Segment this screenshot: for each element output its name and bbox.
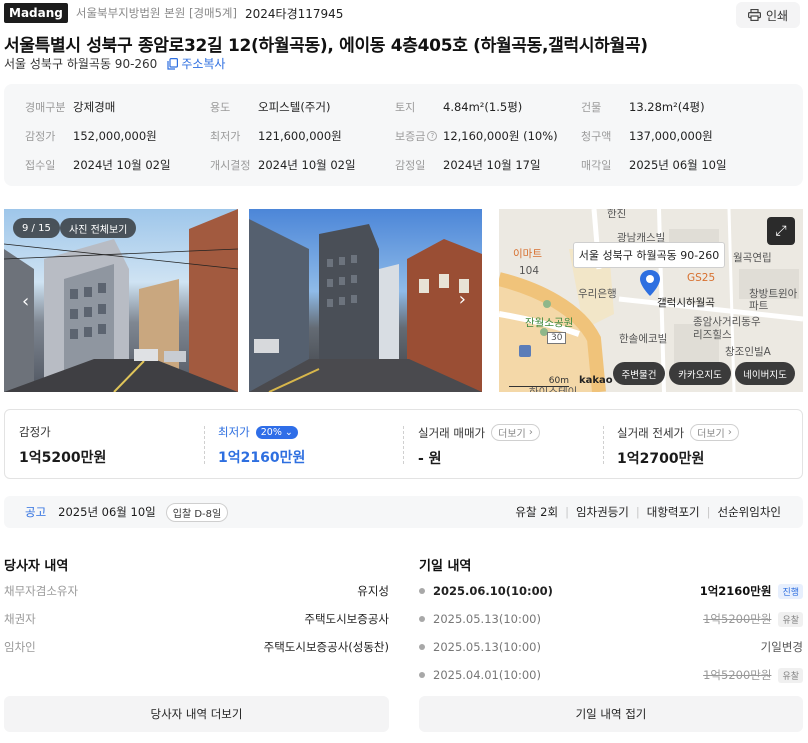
parties-more-button[interactable]: 당사자 내역 더보기 (4, 696, 389, 732)
case-info-box: 경매구분 강제경매 용도 오피스텔(주거) 토지 4.84m²(1.5평) 건물 13.… (4, 84, 803, 186)
jibun-address-row: 서울 성북구 하월곡동 90-260 주소복사 (4, 55, 225, 72)
expand-map-button[interactable]: ⤢ (767, 217, 795, 245)
min-price: 최저가 20% ⌄ 1억2160만원 (218, 425, 306, 466)
logo: Madang (4, 3, 68, 23)
prev-photo-icon[interactable]: ‹ (22, 291, 29, 312)
print-label: 인쇄 (765, 8, 789, 23)
parties-title: 당사자 내역 (4, 559, 69, 574)
divider (204, 426, 205, 464)
notice-label: 공고 (25, 505, 47, 519)
auction-row: 2025.05.13(10:00) 기일변경 (419, 637, 803, 657)
nearby-items-button[interactable]: 주변물건 (613, 362, 665, 385)
trade-more-button[interactable]: 더보기 › (491, 424, 540, 441)
divider (403, 426, 404, 464)
trade-price: 실거래 매매가 더보기 › - 원 (418, 424, 540, 468)
property-title: 서울특별시 성북구 종암로32길 12(하월곡동), 에이동 4층405호 (하… (4, 36, 648, 56)
status-badge: 유찰 (778, 667, 803, 683)
link-opposing-waiver[interactable]: 대항력포기 (647, 504, 700, 520)
map-scale: 60m (509, 376, 569, 387)
notice-links: 유찰 2회 | 임차권등기 | 대항력포기 | 선순위임차인 (515, 504, 781, 520)
next-photo-icon[interactable]: › (459, 289, 466, 310)
discount-badge: 20% ⌄ (255, 425, 298, 439)
link-lease-registration[interactable]: 임차권등기 (576, 504, 629, 520)
jibun-address: 서울 성북구 하월곡동 90-260 (4, 57, 158, 71)
info-auction-type: 경매구분 강제경매 (25, 100, 116, 114)
notice-bar: 공고 2025년 06월 10일 입찰 D-8일 유찰 2회 | 임차권등기 | 대… (4, 496, 803, 528)
top-bar: Madang 서울북부지방법원 본원 [경매5계] 2024타경117945 인… (4, 2, 804, 28)
info-usage: 용도 오피스텔(주거) (210, 100, 331, 114)
price-summary: 감정가 1억5200만원 최저가 20% ⌄ 1억2160만원 실거래 매매가 더보… (4, 409, 803, 479)
info-appraisal-date: 감정일 2024년 10월 17일 (395, 158, 541, 172)
divider (603, 426, 604, 464)
info-appraisal: 감정가 152,000,000원 (25, 129, 157, 143)
printer-icon (747, 9, 761, 21)
appraisal-price: 감정가 1억5200만원 (19, 425, 107, 466)
copy-address-label: 주소복사 (181, 57, 226, 71)
info-min-price: 최저가 121,600,000원 (210, 129, 342, 143)
party-row: 채무자겸소유자 유지성 (4, 584, 389, 598)
kakao-map-button[interactable]: 카카오지도 (669, 362, 731, 385)
info-deposit: 보증금? 12,160,000원 (10%) (395, 129, 558, 143)
info-start-decision: 개시결정 2024년 10월 02일 (210, 158, 356, 172)
auction-history-title: 기일 내역 (419, 559, 472, 574)
party-row: 채권자 주택도시보증공사 (4, 612, 389, 626)
auction-collapse-button[interactable]: 기일 내역 접기 (419, 696, 803, 732)
property-photo-1[interactable]: 9 / 15 사진 전체보기 ‹ (4, 209, 238, 392)
map-provider-logo: kakao (579, 375, 613, 386)
status-badge: 유찰 (778, 611, 803, 627)
link-fail-count[interactable]: 유찰 2회 (515, 504, 558, 520)
notice-date: 2025년 06월 10일 (58, 505, 156, 519)
property-photo-2[interactable]: › (249, 209, 482, 392)
auction-row: 2025.06.10(10:00) 1억2160만원 진행 (419, 581, 803, 601)
dday-badge: 입찰 D-8일 (165, 502, 229, 522)
expand-icon: ⤢ (775, 223, 787, 239)
auction-row: 2025.04.01(10:00) 1억5200만원 유찰 (419, 665, 803, 685)
info-sale-date: 매각일 2025년 06월 10일 (581, 158, 727, 172)
case-number: 2024타경117945 (245, 6, 344, 21)
info-received: 접수일 2024년 10월 02일 (25, 158, 171, 172)
info-land: 토지 4.84m²(1.5평) (395, 100, 523, 114)
court-name: 서울북부지방법원 본원 [경매5계] (75, 6, 237, 20)
help-icon[interactable]: ? (427, 131, 438, 141)
info-building: 건물 13.28m²(4평) (581, 100, 705, 114)
status-badge: 진행 (778, 583, 803, 599)
map-address-popup: 서울 성북구 하월곡동 90-260 (573, 242, 725, 268)
jeonse-more-button[interactable]: 더보기 › (690, 424, 739, 441)
location-map[interactable]: 한진 광남캐스빌 이마트 104 GS25 월곡연립 우리은행 갤럭시하월곡 창… (499, 209, 803, 392)
copy-icon (167, 57, 179, 70)
party-row: 임차인 주택도시보증공사(성동찬) (4, 640, 389, 654)
copy-address-button[interactable]: 주소복사 (167, 55, 225, 72)
view-all-photos-button[interactable]: 사진 전체보기 (60, 218, 137, 238)
info-claim: 청구액 137,000,000원 (581, 129, 713, 143)
print-button[interactable]: 인쇄 (736, 2, 800, 28)
jeonse-price: 실거래 전세가 더보기 › 1억2700만원 (617, 424, 739, 468)
naver-map-button[interactable]: 네이버지도 (735, 362, 795, 385)
building-photo-illustration (249, 219, 482, 392)
auction-row: 2025.05.13(10:00) 1억5200만원 유찰 (419, 609, 803, 629)
link-senior-tenant[interactable]: 선순위임차인 (718, 504, 781, 520)
photo-counter: 9 / 15 (13, 218, 60, 238)
location-pin-icon (640, 270, 660, 296)
